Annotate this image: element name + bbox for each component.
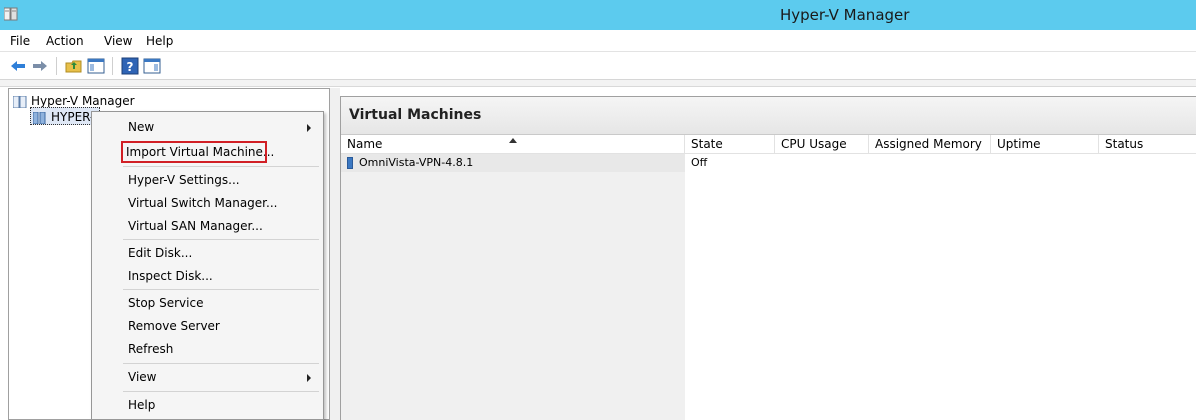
column-name-label: Name: [347, 137, 383, 151]
virtual-machine-icon: [347, 157, 353, 169]
column-cpu-usage[interactable]: CPU Usage: [775, 135, 869, 154]
column-name[interactable]: Name: [341, 135, 685, 154]
menu-item-label: New: [128, 120, 155, 134]
server-icon: [33, 111, 46, 124]
toolbar-separator: [112, 57, 113, 75]
menu-item-stop-service[interactable]: Stop Service: [94, 292, 321, 314]
panel-header: Virtual Machines: [341, 97, 1196, 135]
tree-item-server[interactable]: HYPER-V: [30, 107, 100, 125]
column-status[interactable]: Status: [1099, 135, 1196, 154]
folder-up-icon[interactable]: [64, 56, 84, 76]
menu-bar: File Action View Help: [0, 30, 1196, 52]
forward-arrow-icon[interactable]: [30, 56, 50, 76]
pane-header-strip: [0, 80, 1196, 87]
toolbar-separator: [56, 57, 57, 75]
submenu-arrow-icon: [307, 124, 311, 132]
menu-item-label: View: [128, 370, 157, 384]
menu-item-new[interactable]: New: [94, 116, 321, 138]
vm-state-cell: Off: [691, 156, 708, 169]
column-header-row: Name State CPU Usage Assigned Memory Upt…: [341, 135, 1196, 154]
menu-item-import-virtual-machine[interactable]: Import Virtual Machine...: [121, 141, 274, 163]
window-title: Hyper-V Manager: [780, 6, 910, 24]
column-assigned-memory[interactable]: Assigned Memory: [869, 135, 991, 154]
toolbar: ?: [0, 52, 1196, 80]
menu-file[interactable]: File: [4, 30, 36, 52]
menu-action[interactable]: Action: [40, 30, 90, 52]
menu-help[interactable]: Help: [140, 30, 179, 52]
title-bar: Hyper-V Manager: [0, 0, 1196, 30]
table-row[interactable]: OmniVista-VPN-4.8.1 Off: [341, 154, 1196, 172]
svg-text:?: ?: [127, 60, 134, 74]
help-icon[interactable]: ?: [120, 56, 140, 76]
menu-separator: [123, 391, 319, 392]
menu-item-help[interactable]: Help: [94, 394, 321, 416]
vm-name-cell: OmniVista-VPN-4.8.1: [341, 154, 685, 172]
menu-item-edit-disk[interactable]: Edit Disk...: [94, 242, 321, 264]
hyper-v-manager-icon: [13, 95, 27, 108]
menu-separator: [123, 166, 319, 167]
menu-item-refresh[interactable]: Refresh: [94, 338, 321, 360]
menu-view[interactable]: View: [98, 30, 138, 52]
show-hide-action-pane-icon[interactable]: [142, 56, 162, 76]
back-arrow-icon[interactable]: [8, 56, 28, 76]
virtual-machines-panel: Virtual Machines Name State CPU Usage As…: [340, 96, 1196, 420]
column-uptime[interactable]: Uptime: [991, 135, 1099, 154]
menu-separator: [123, 239, 319, 240]
submenu-arrow-icon: [307, 374, 311, 382]
menu-item-remove-server[interactable]: Remove Server: [94, 315, 321, 337]
vm-name: OmniVista-VPN-4.8.1: [359, 156, 474, 169]
panel-title: Virtual Machines: [349, 107, 482, 123]
hyper-v-app-icon: [4, 7, 18, 21]
name-column-background: [341, 172, 685, 420]
menu-separator: [123, 289, 319, 290]
menu-item-inspect-disk[interactable]: Inspect Disk...: [94, 265, 321, 287]
menu-item-hyper-v-settings[interactable]: Hyper-V Settings...: [94, 169, 321, 191]
menu-item-virtual-san-manager[interactable]: Virtual SAN Manager...: [94, 215, 321, 237]
show-hide-console-tree-icon[interactable]: [86, 56, 106, 76]
menu-item-view[interactable]: View: [94, 366, 321, 388]
menu-item-virtual-switch-manager[interactable]: Virtual Switch Manager...: [94, 192, 321, 214]
column-state[interactable]: State: [685, 135, 775, 154]
menu-separator: [123, 363, 319, 364]
context-menu: New Import Virtual Machine... Hyper-V Se…: [91, 111, 324, 420]
pane-splitter[interactable]: [330, 88, 340, 420]
sort-ascending-icon: [509, 138, 517, 143]
tree-root-label: Hyper-V Manager: [31, 94, 135, 108]
